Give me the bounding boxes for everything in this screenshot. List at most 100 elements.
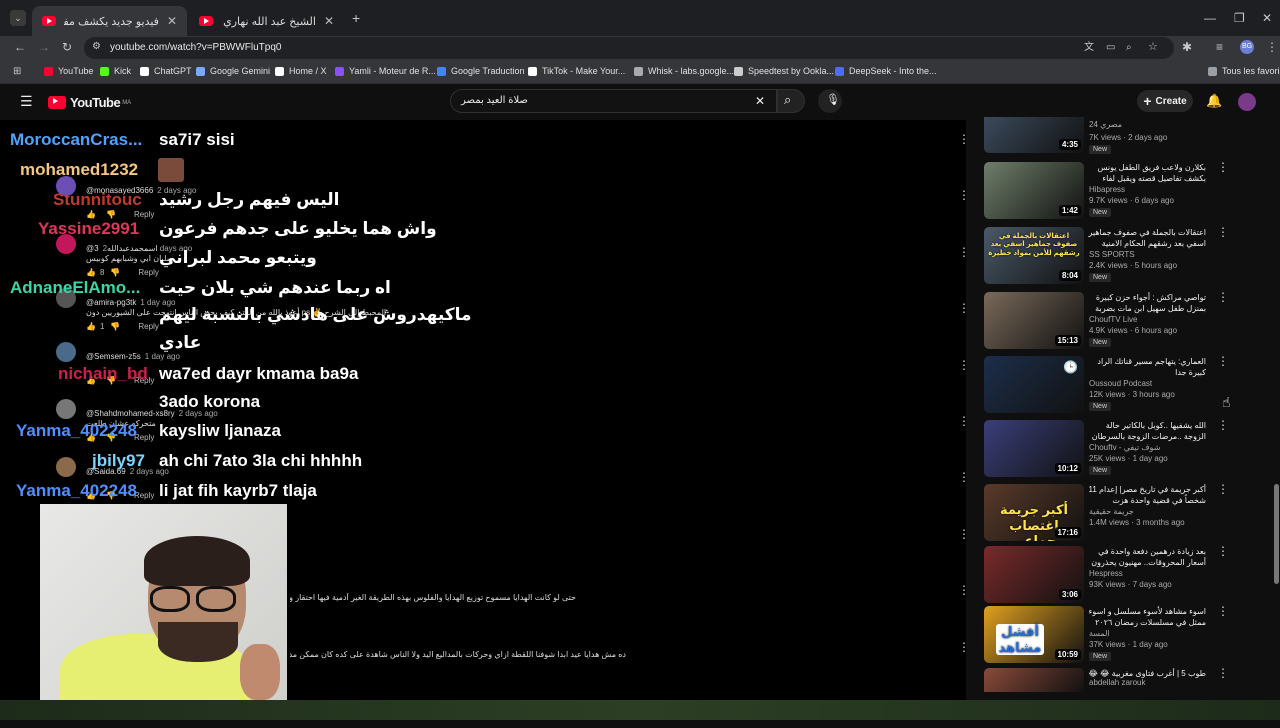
video-player[interactable]: @monasayed3666 2 days ago 👍 👎 Reply @اسمحمدعب… (0, 120, 970, 700)
forward-icon[interactable]: → (38, 41, 50, 53)
search-input[interactable]: صلاة العيد بمصر ✕ (450, 89, 777, 113)
minimize-icon[interactable]: — (1204, 12, 1216, 24)
apps-grid-icon[interactable]: ⊞ (13, 66, 21, 78)
address-bar[interactable]: ⚙ youtube.com/watch?v=PBWWFluTpq0 文 ▭ ⌕ … (84, 37, 1174, 59)
comment-handle[interactable]: @Semsem-z5s (86, 352, 141, 361)
comment-menu-icon[interactable]: ⋮ (958, 470, 970, 484)
video-thumbnail[interactable]: 10:12 (984, 420, 1084, 477)
video-menu-icon[interactable]: ⋮ (1217, 483, 1229, 495)
comment-menu-icon[interactable]: ⋮ (958, 583, 970, 597)
video-thumbnail[interactable] (984, 668, 1084, 692)
hamburger-menu-icon[interactable]: ☰ (20, 94, 33, 108)
search-button[interactable]: ⌕ (777, 89, 805, 113)
site-info-icon[interactable]: ⚙ (92, 41, 101, 53)
bookmark-item[interactable]: Google Traduction (437, 66, 525, 76)
close-tab-icon[interactable]: ✕ (167, 14, 177, 28)
comment-menu-icon[interactable]: ⋮ (958, 527, 970, 541)
video-thumbnail[interactable]: أفشل مشاهد 10:59 (984, 606, 1084, 663)
video-thumbnail[interactable]: 🕒 (984, 356, 1084, 413)
close-tab-icon[interactable]: ✕ (324, 14, 334, 28)
video-channel[interactable]: SS SPORTS (1089, 250, 1135, 259)
reply-button[interactable]: Reply (138, 268, 158, 277)
comment-avatar[interactable] (56, 457, 76, 477)
video-channel[interactable]: 24 مصري (1089, 120, 1122, 129)
like-icon[interactable]: 👍 (86, 268, 96, 277)
dislike-icon[interactable]: 👎 (110, 268, 120, 277)
recommended-video[interactable]: 3:06 بعد زيادة درهمين دفعة واحدة في أسعار… (984, 545, 1229, 606)
comment-avatar[interactable] (56, 342, 76, 362)
recommended-video[interactable]: أكبر جريمة اغتصاب جماعي 17:16 أكبر جريمة ف… (984, 483, 1229, 544)
video-title[interactable]: بكلارن ولاعب فريق الطفل يونس بكشف تفاصيل… (1088, 162, 1206, 184)
reload-icon[interactable]: ↻ (62, 41, 72, 53)
bookmark-item[interactable]: Whisk - labs.google... (634, 66, 734, 76)
video-title[interactable]: الله يشفيها ..كوبل بالكاتير حالة الزوجة … (1088, 420, 1206, 442)
video-title[interactable]: اعتقالات بالجملة في صفوف جماهير اسفي بعد… (1088, 227, 1206, 249)
like-icon[interactable]: 👍 (86, 210, 96, 219)
tab-search-icon[interactable]: ⌄ (10, 10, 26, 26)
bookmark-item[interactable]: TikTok - Make Your... (528, 66, 625, 76)
video-menu-icon[interactable]: ⋮ (1217, 545, 1229, 557)
recommended-video[interactable]: 1:42 بكلارن ولاعب فريق الطفل يونس بكشف تف… (984, 161, 1229, 222)
video-title[interactable]: تواصي مراكش : أجواء حزن كبيرة بمنزل طفل … (1088, 292, 1206, 314)
bookmark-star-icon[interactable]: ☆ (1148, 41, 1158, 53)
video-channel[interactable]: Hespress (1089, 569, 1123, 578)
reply-button[interactable]: Reply (134, 491, 154, 500)
recommended-video[interactable]: 10:12 الله يشفيها ..كوبل بالكاتير حالة ال… (984, 419, 1229, 480)
video-thumbnail[interactable]: 1:42 (984, 162, 1084, 219)
video-title[interactable]: بعد زيادة درهمين دفعة واحدة في أسعار الم… (1088, 546, 1206, 568)
media-icon[interactable]: ≡ (1216, 41, 1223, 53)
comment-menu-icon[interactable]: ⋮ (958, 640, 970, 654)
bookmark-item[interactable]: YouTube (44, 66, 93, 76)
reply-button[interactable]: Reply (138, 322, 158, 331)
video-thumbnail[interactable]: 4:35 (984, 117, 1084, 153)
video-menu-icon[interactable]: ⋮ (1217, 226, 1229, 238)
bookmark-item[interactable]: Google Gemini (196, 66, 270, 76)
video-channel[interactable]: abdellah zarouk (1089, 678, 1145, 687)
video-thumbnail[interactable]: 15:13 (984, 292, 1084, 349)
video-channel[interactable]: جريمة حقيقية (1089, 507, 1134, 516)
voice-search-button[interactable]: 🎙 (818, 89, 842, 113)
recommended-video[interactable]: أفشل مشاهد 10:59 اسوء مشاهد لأسوء مسلسل و … (984, 605, 1229, 666)
video-thumbnail[interactable]: 3:06 (984, 546, 1084, 603)
cast-icon[interactable]: ▭ (1106, 42, 1115, 54)
translate-icon[interactable]: 文 (1084, 42, 1094, 54)
clear-search-icon[interactable]: ✕ (755, 95, 765, 107)
video-thumbnail[interactable]: أكبر جريمة اغتصاب جماعي 17:16 (984, 484, 1084, 541)
reply-button[interactable]: Reply (134, 210, 154, 219)
recommended-video[interactable]: 4:35 24 مصري 7K views · 2 days ago New (984, 117, 1224, 157)
comment-handle[interactable]: @اسمحمدعبدالله3 (86, 244, 158, 253)
video-channel[interactable]: Oussoud Podcast (1089, 379, 1152, 388)
comment-handle[interactable]: @amira-pg3tk (86, 298, 136, 307)
all-bookmarks[interactable]: Tous les favoris (1208, 66, 1280, 76)
extensions-icon[interactable]: ✱ (1182, 41, 1192, 53)
comment-menu-icon[interactable]: ⋮ (958, 132, 970, 146)
tab-active[interactable]: فيديو جديد يكشف مفاجأة حول واقـ ✕ (32, 6, 187, 36)
account-avatar[interactable] (1238, 93, 1256, 111)
profile-avatar[interactable]: BG (1240, 40, 1254, 54)
bookmark-item[interactable]: Speedtest by Ookla... (734, 66, 834, 76)
tab-inactive[interactable]: الشيخ عبد الله نهاري يعلق على كارثة ✕ (189, 6, 344, 36)
video-menu-icon[interactable]: ⋮ (1217, 667, 1229, 679)
maximize-icon[interactable]: ❐ (1234, 12, 1245, 24)
watch-later-icon[interactable]: 🕒 (1063, 360, 1078, 374)
new-tab-icon[interactable]: + (352, 11, 360, 25)
video-title[interactable]: العماري: يتهاجم مسير قناتك الراد كبيرة ج… (1088, 356, 1206, 378)
reply-button[interactable]: Reply (134, 433, 154, 442)
youtube-logo[interactable]: YouTube MA (48, 95, 131, 110)
video-title[interactable]: أكبر جريمة في تاريخ مصر| إعدام 11 شخصاً … (1088, 484, 1206, 506)
notifications-bell-icon[interactable]: 🔔 (1206, 94, 1222, 107)
back-icon[interactable]: ← (14, 41, 26, 53)
create-button[interactable]: + Create (1137, 90, 1193, 112)
like-icon[interactable]: 👍 (86, 322, 96, 331)
bookmark-item[interactable]: Home / X (275, 66, 327, 76)
sidebar-scrollbar[interactable] (1274, 484, 1279, 584)
video-menu-icon[interactable]: ⋮ (1217, 291, 1229, 303)
dislike-icon[interactable]: 👎 (110, 322, 120, 331)
video-channel[interactable]: Chouftv - شوف تيفي (1089, 443, 1160, 452)
comment-menu-icon[interactable]: ⋮ (958, 245, 970, 259)
zoom-icon[interactable]: ⌕ (1126, 42, 1132, 54)
bookmark-item[interactable]: Kick (100, 66, 131, 76)
bookmark-item[interactable]: ChatGPT (140, 66, 192, 76)
comment-menu-icon[interactable]: ⋮ (958, 414, 970, 428)
recommended-video[interactable]: 15:13 تواصي مراكش : أجواء حزن كبيرة بمنزل… (984, 291, 1229, 352)
